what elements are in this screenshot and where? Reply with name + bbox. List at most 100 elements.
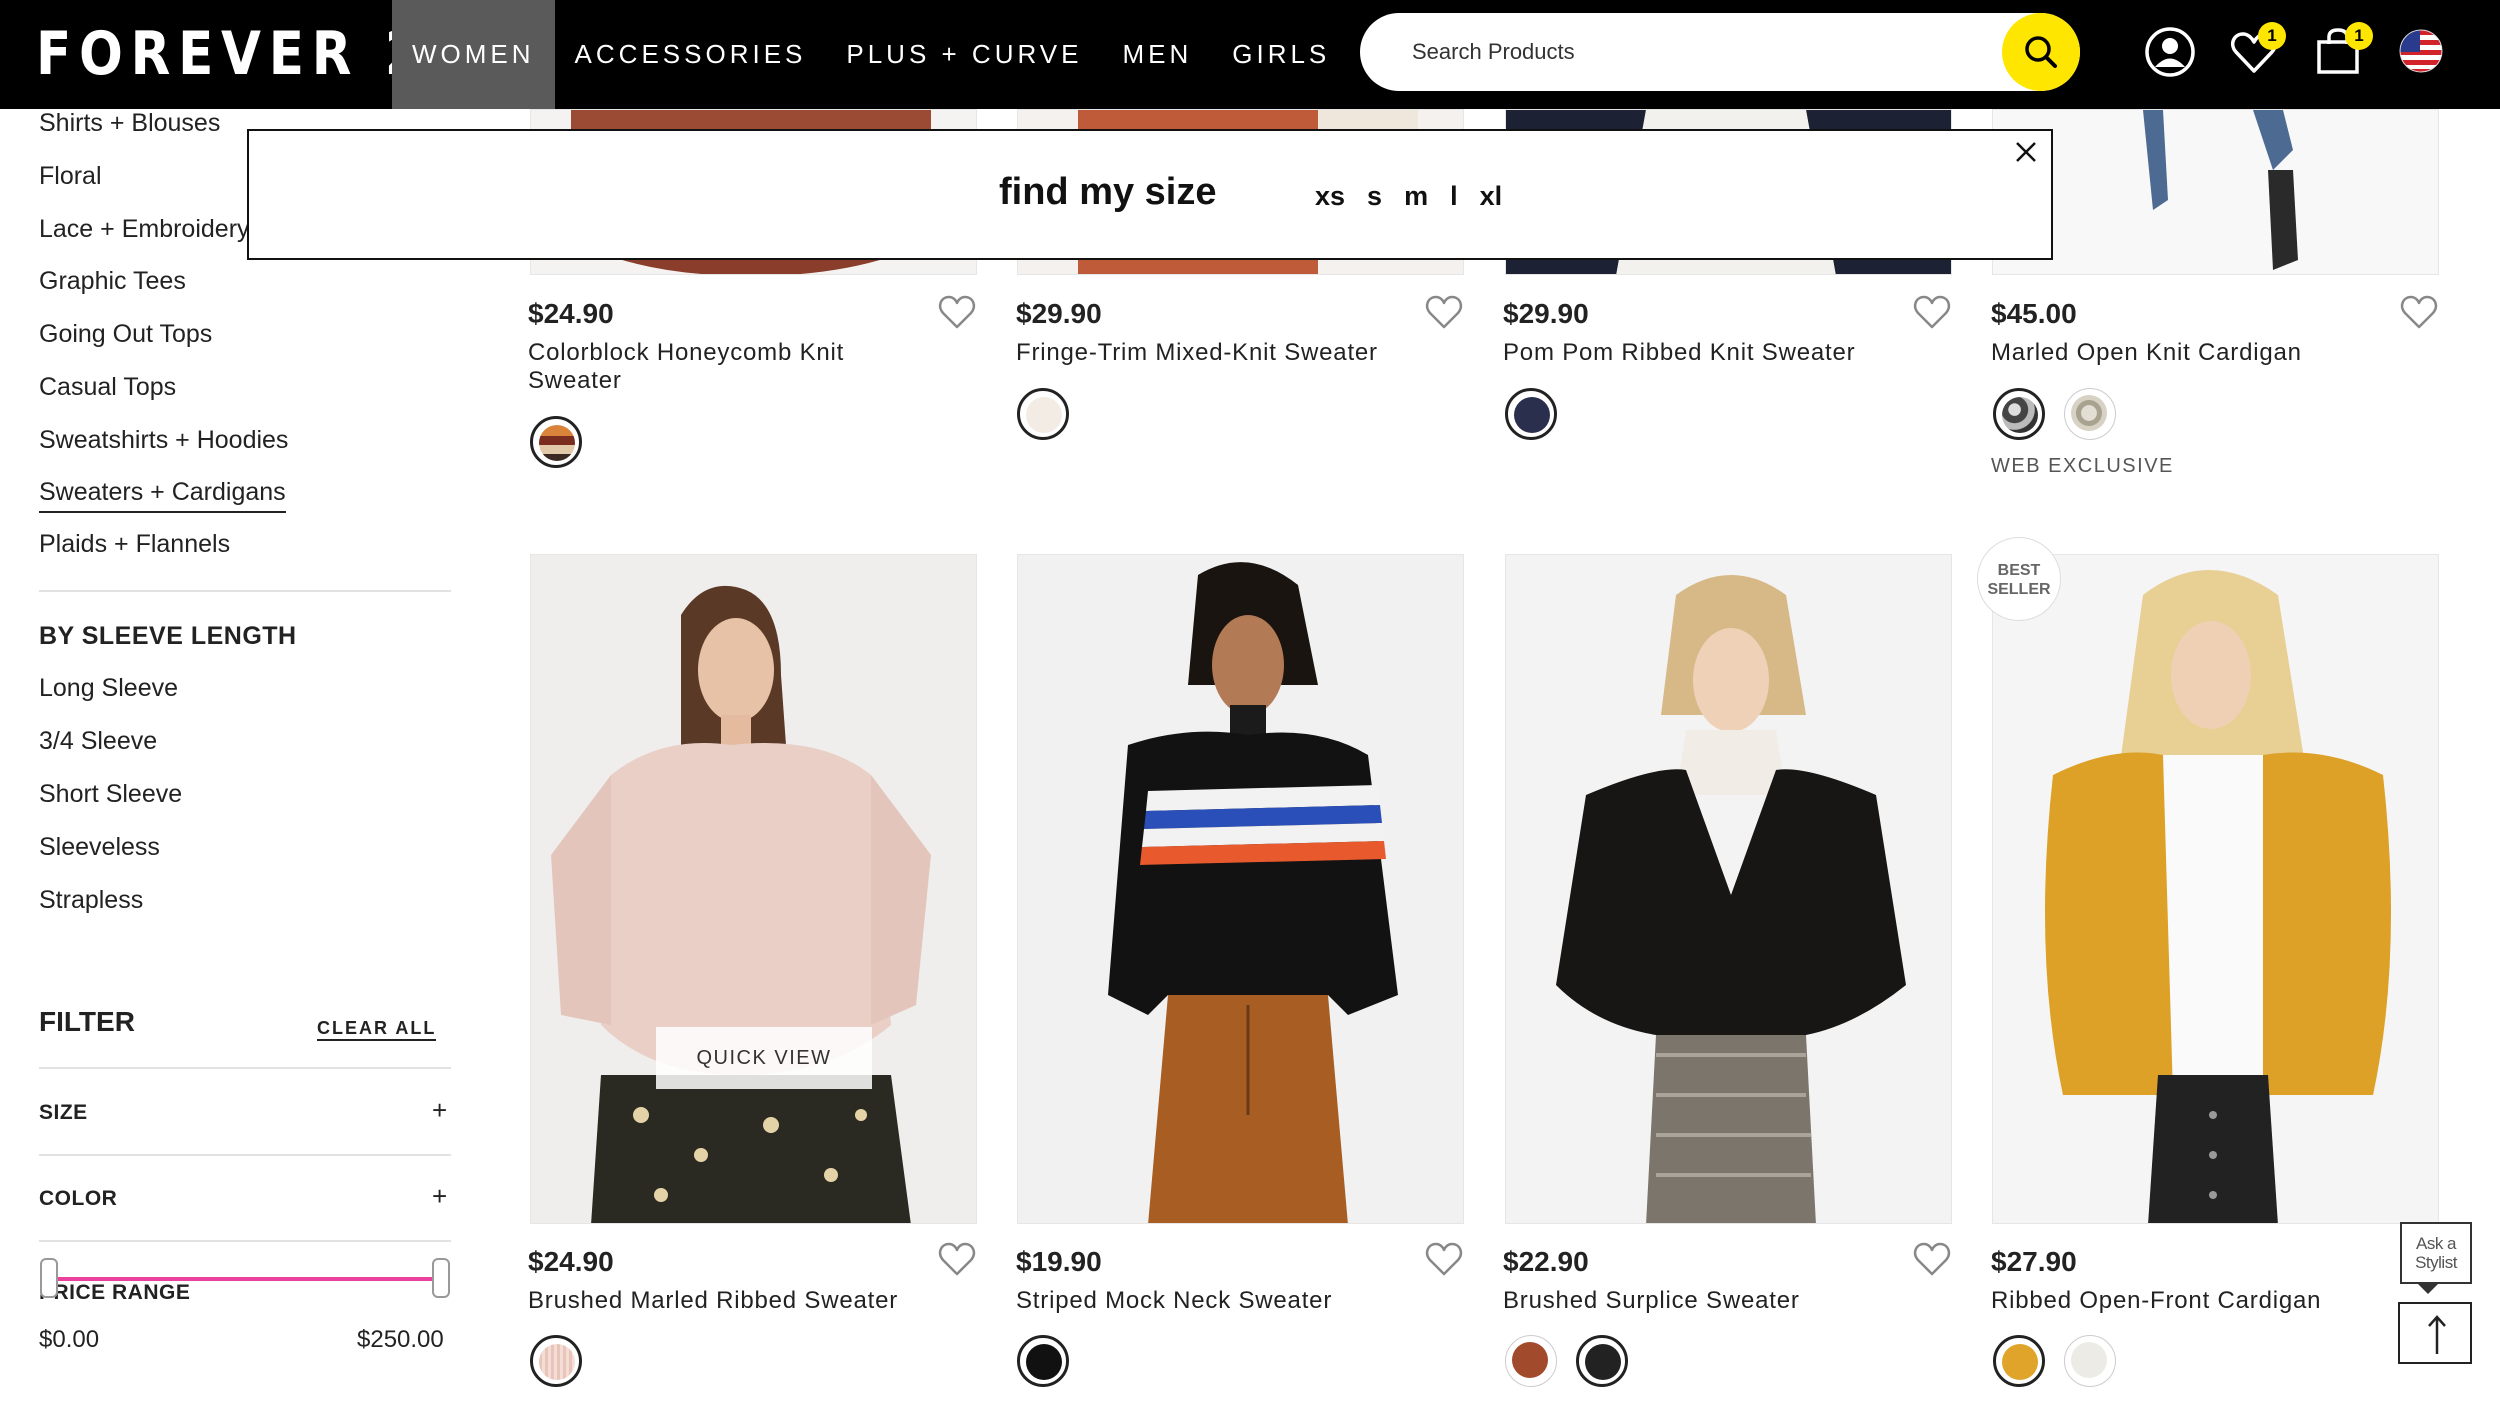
size-options: xs s m l xl	[1315, 181, 1502, 212]
search-button[interactable]	[2002, 13, 2080, 91]
color-swatch[interactable]	[2064, 1335, 2116, 1387]
divider	[39, 590, 451, 592]
color-swatch[interactable]	[530, 1335, 582, 1387]
sweater-photo	[1108, 562, 1398, 1223]
product-price: $22.90	[1503, 1246, 1589, 1277]
product-name[interactable]: Pom Pom Ribbed Knit Sweater	[1503, 339, 1903, 367]
wishlist-heart-icon[interactable]	[937, 1240, 977, 1278]
sweater-photo	[551, 585, 931, 1223]
price-range-heading: PRICE RANGE	[39, 1281, 191, 1304]
size-option-m[interactable]: m	[1404, 181, 1428, 212]
wishlist-heart-icon[interactable]	[1424, 293, 1464, 331]
clear-all-link[interactable]: CLEAR ALL	[317, 1018, 437, 1041]
wishlist-count-badge: 1	[2258, 22, 2286, 50]
price-slider-min-handle[interactable]	[40, 1258, 58, 1298]
product-name[interactable]: Marled Open Knit Cardigan	[1991, 339, 2391, 367]
sleeve-option[interactable]: Sleeveless	[39, 833, 160, 862]
product-price: $24.90	[528, 298, 614, 329]
wishlist-heart-icon[interactable]	[2399, 293, 2439, 331]
cart-count-badge: 1	[2345, 22, 2373, 50]
price-max-value: $250.00	[357, 1326, 444, 1353]
quick-view-button[interactable]: QUICK VIEW	[656, 1027, 872, 1089]
color-filter-toggle[interactable]: COLOR	[39, 1187, 117, 1211]
nav-plus-curve[interactable]: PLUS + CURVE	[826, 0, 1102, 109]
sleeve-option[interactable]: 3/4 Sleeve	[39, 727, 157, 756]
size-option-s[interactable]: s	[1367, 181, 1382, 212]
wishlist-button[interactable]: 1	[2226, 22, 2286, 80]
sleeve-option[interactable]: Short Sleeve	[39, 780, 182, 809]
cart-button[interactable]: 1	[2311, 22, 2373, 80]
size-expand-icon[interactable]: +	[432, 1095, 447, 1126]
category-link-active[interactable]: Sweaters + Cardigans	[39, 478, 286, 513]
close-icon[interactable]	[2011, 137, 2041, 167]
product-price: $29.90	[1016, 298, 1102, 329]
price-slider-max-handle[interactable]	[432, 1258, 450, 1298]
search-input[interactable]	[1412, 32, 1952, 72]
user-icon	[2145, 27, 2195, 77]
color-swatch[interactable]	[2064, 388, 2116, 440]
product-name[interactable]: Striped Mock Neck Sweater	[1016, 1287, 1416, 1315]
color-swatch[interactable]	[1993, 1335, 2045, 1387]
search-bar	[1360, 13, 2080, 91]
category-link[interactable]: Shirts + Blouses	[39, 109, 220, 138]
product-image[interactable]	[530, 554, 977, 1224]
divider	[39, 1154, 451, 1156]
category-link[interactable]: Casual Tops	[39, 373, 176, 402]
product-name[interactable]: Fringe-Trim Mixed-Knit Sweater	[1016, 339, 1416, 367]
product-image[interactable]	[1017, 554, 1464, 1224]
color-swatch[interactable]	[1576, 1335, 1628, 1387]
product-image[interactable]	[1992, 109, 2439, 275]
main-nav: WOMEN ACCESSORIES PLUS + CURVE MEN GIRLS…	[392, 0, 1473, 109]
product-name[interactable]: Colorblock Honeycomb Knit Sweater	[528, 339, 928, 395]
category-link[interactable]: Lace + Embroidery	[39, 215, 250, 244]
product-price: $29.90	[1503, 298, 1589, 329]
us-flag-icon	[2399, 29, 2443, 73]
category-link[interactable]: Floral	[39, 162, 102, 191]
sleeve-option[interactable]: Strapless	[39, 886, 143, 915]
color-swatch[interactable]	[1017, 388, 1069, 440]
product-name[interactable]: Brushed Surplice Sweater	[1503, 1287, 1903, 1315]
wishlist-heart-icon[interactable]	[1912, 1240, 1952, 1278]
product-name[interactable]: Ribbed Open-Front Cardigan	[1991, 1287, 2391, 1315]
color-swatch[interactable]	[1017, 1335, 1069, 1387]
nav-girls[interactable]: GIRLS	[1212, 0, 1350, 109]
back-to-top-button[interactable]	[2398, 1302, 2472, 1364]
web-exclusive-tag: WEB EXCLUSIVE	[1991, 455, 2174, 477]
wishlist-heart-icon[interactable]	[1424, 1240, 1464, 1278]
site-header: FOREVER 21 WOMEN ACCESSORIES PLUS + CURV…	[0, 0, 2500, 109]
color-expand-icon[interactable]: +	[432, 1181, 447, 1212]
product-image[interactable]	[1505, 554, 1952, 1224]
price-slider-track	[50, 1277, 440, 1281]
sleeve-length-heading: BY SLEEVE LENGTH	[39, 622, 297, 650]
product-price: $24.90	[528, 1246, 614, 1277]
category-link[interactable]: Sweatshirts + Hoodies	[39, 426, 288, 455]
country-selector[interactable]	[2398, 24, 2454, 80]
divider	[39, 1067, 451, 1069]
category-link[interactable]: Graphic Tees	[39, 267, 186, 296]
wishlist-heart-icon[interactable]	[1912, 293, 1952, 331]
sleeve-option[interactable]: Long Sleeve	[39, 674, 178, 703]
wishlist-heart-icon[interactable]	[937, 293, 977, 331]
find-my-size-banner: find my size xs s m l xl	[247, 129, 2053, 260]
color-swatch[interactable]	[1993, 388, 2045, 440]
product-name[interactable]: Brushed Marled Ribbed Sweater	[528, 1287, 928, 1315]
size-option-xs[interactable]: xs	[1315, 181, 1345, 212]
product-price: $27.90	[1991, 1246, 2077, 1277]
category-link[interactable]: Plaids + Flannels	[39, 530, 230, 559]
filter-title: FILTER	[39, 1006, 135, 1037]
nav-accessories[interactable]: ACCESSORIES	[555, 0, 827, 109]
category-link[interactable]: Going Out Tops	[39, 320, 212, 349]
account-button[interactable]	[2142, 24, 2198, 80]
nav-men[interactable]: MEN	[1102, 0, 1212, 109]
size-option-l[interactable]: l	[1450, 181, 1458, 212]
product-image[interactable]	[1992, 554, 2439, 1224]
size-option-xl[interactable]: xl	[1480, 181, 1503, 212]
nav-women[interactable]: WOMEN	[392, 0, 555, 109]
size-filter-toggle[interactable]: SIZE	[39, 1101, 88, 1125]
color-swatch[interactable]	[1505, 388, 1557, 440]
color-swatch[interactable]	[1505, 1335, 1557, 1387]
sweater-photo	[1556, 575, 1906, 1223]
ask-a-stylist-button[interactable]: Ask a Stylist	[2400, 1222, 2472, 1294]
product-price: $45.00	[1991, 298, 2077, 329]
color-swatch[interactable]	[530, 416, 582, 468]
